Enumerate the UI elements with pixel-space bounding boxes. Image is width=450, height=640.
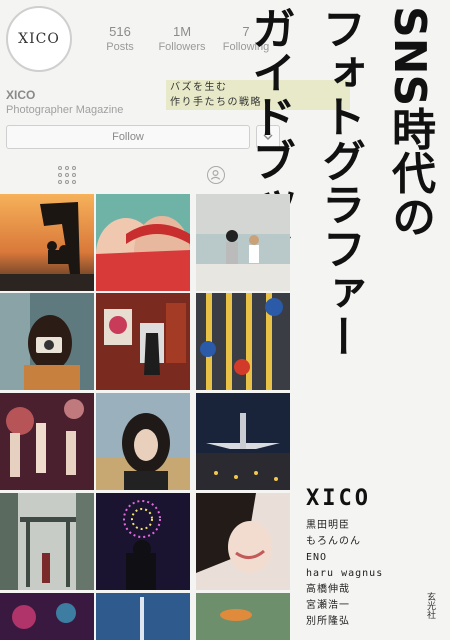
contributor: ENO	[306, 552, 328, 563]
grid-icon[interactable]	[58, 166, 76, 184]
photo-fireworks[interactable]	[96, 493, 190, 590]
photo-lights-forest[interactable]	[0, 393, 94, 490]
account-name: XICO	[6, 88, 36, 102]
main-author: XICO	[306, 486, 371, 511]
stat-posts-value: 516	[109, 24, 131, 39]
contributors-list: 黒田明臣 もろんのん ENO haru wagnus 高橋伸哉 宮瀬浩一 別所隆…	[306, 518, 383, 630]
photo-tower-sky[interactable]	[96, 593, 190, 640]
contributor: 別所隆弘	[306, 616, 350, 627]
stat-posts: 516 Posts	[90, 24, 150, 53]
photo-portrait-closeup[interactable]	[196, 493, 290, 590]
photo-koi-water[interactable]	[196, 593, 290, 640]
photo-camera-girl[interactable]	[0, 293, 94, 390]
photo-umbrellas-crosswalk[interactable]	[196, 293, 290, 390]
title-line-1: SNS時代の	[384, 6, 435, 239]
contributor: haru wagnus	[306, 568, 384, 579]
logo-text: XICO	[18, 31, 60, 47]
contributor: 宮瀬浩一	[306, 600, 350, 611]
contributor: 高橋伸哉	[306, 584, 350, 595]
stat-followers-label: Followers	[158, 41, 206, 53]
publisher: 玄光社	[425, 592, 435, 619]
profile-avatar: XICO	[6, 6, 72, 72]
photo-beach-girls[interactable]	[196, 194, 290, 291]
photo-street-art[interactable]	[96, 293, 190, 390]
title-line-2: フォトグラファー	[314, 6, 365, 358]
tagged-person-icon[interactable]	[207, 166, 225, 184]
stat-followers: 1M Followers	[152, 24, 212, 53]
photo-swimsuit[interactable]	[96, 194, 190, 291]
account-subtitle: Photographer Magazine	[6, 104, 124, 116]
photo-neon-lights[interactable]	[0, 593, 94, 640]
book-title: SNS時代の フォトグラファー ガイドブック	[244, 6, 444, 482]
photo-torii-forest[interactable]	[0, 493, 94, 590]
stat-followers-value: 1M	[172, 24, 192, 39]
stat-posts-label: Posts	[106, 41, 134, 53]
account-info: XICO Photographer Magazine	[6, 88, 123, 116]
follow-button[interactable]: Follow	[6, 125, 250, 149]
contributor: 黒田明臣	[306, 520, 350, 531]
photo-airplane-night[interactable]	[196, 393, 290, 490]
photo-sunset-silhouette[interactable]	[0, 194, 94, 291]
contributor: もろんのん	[306, 536, 361, 547]
photo-portrait-field[interactable]	[96, 393, 190, 490]
